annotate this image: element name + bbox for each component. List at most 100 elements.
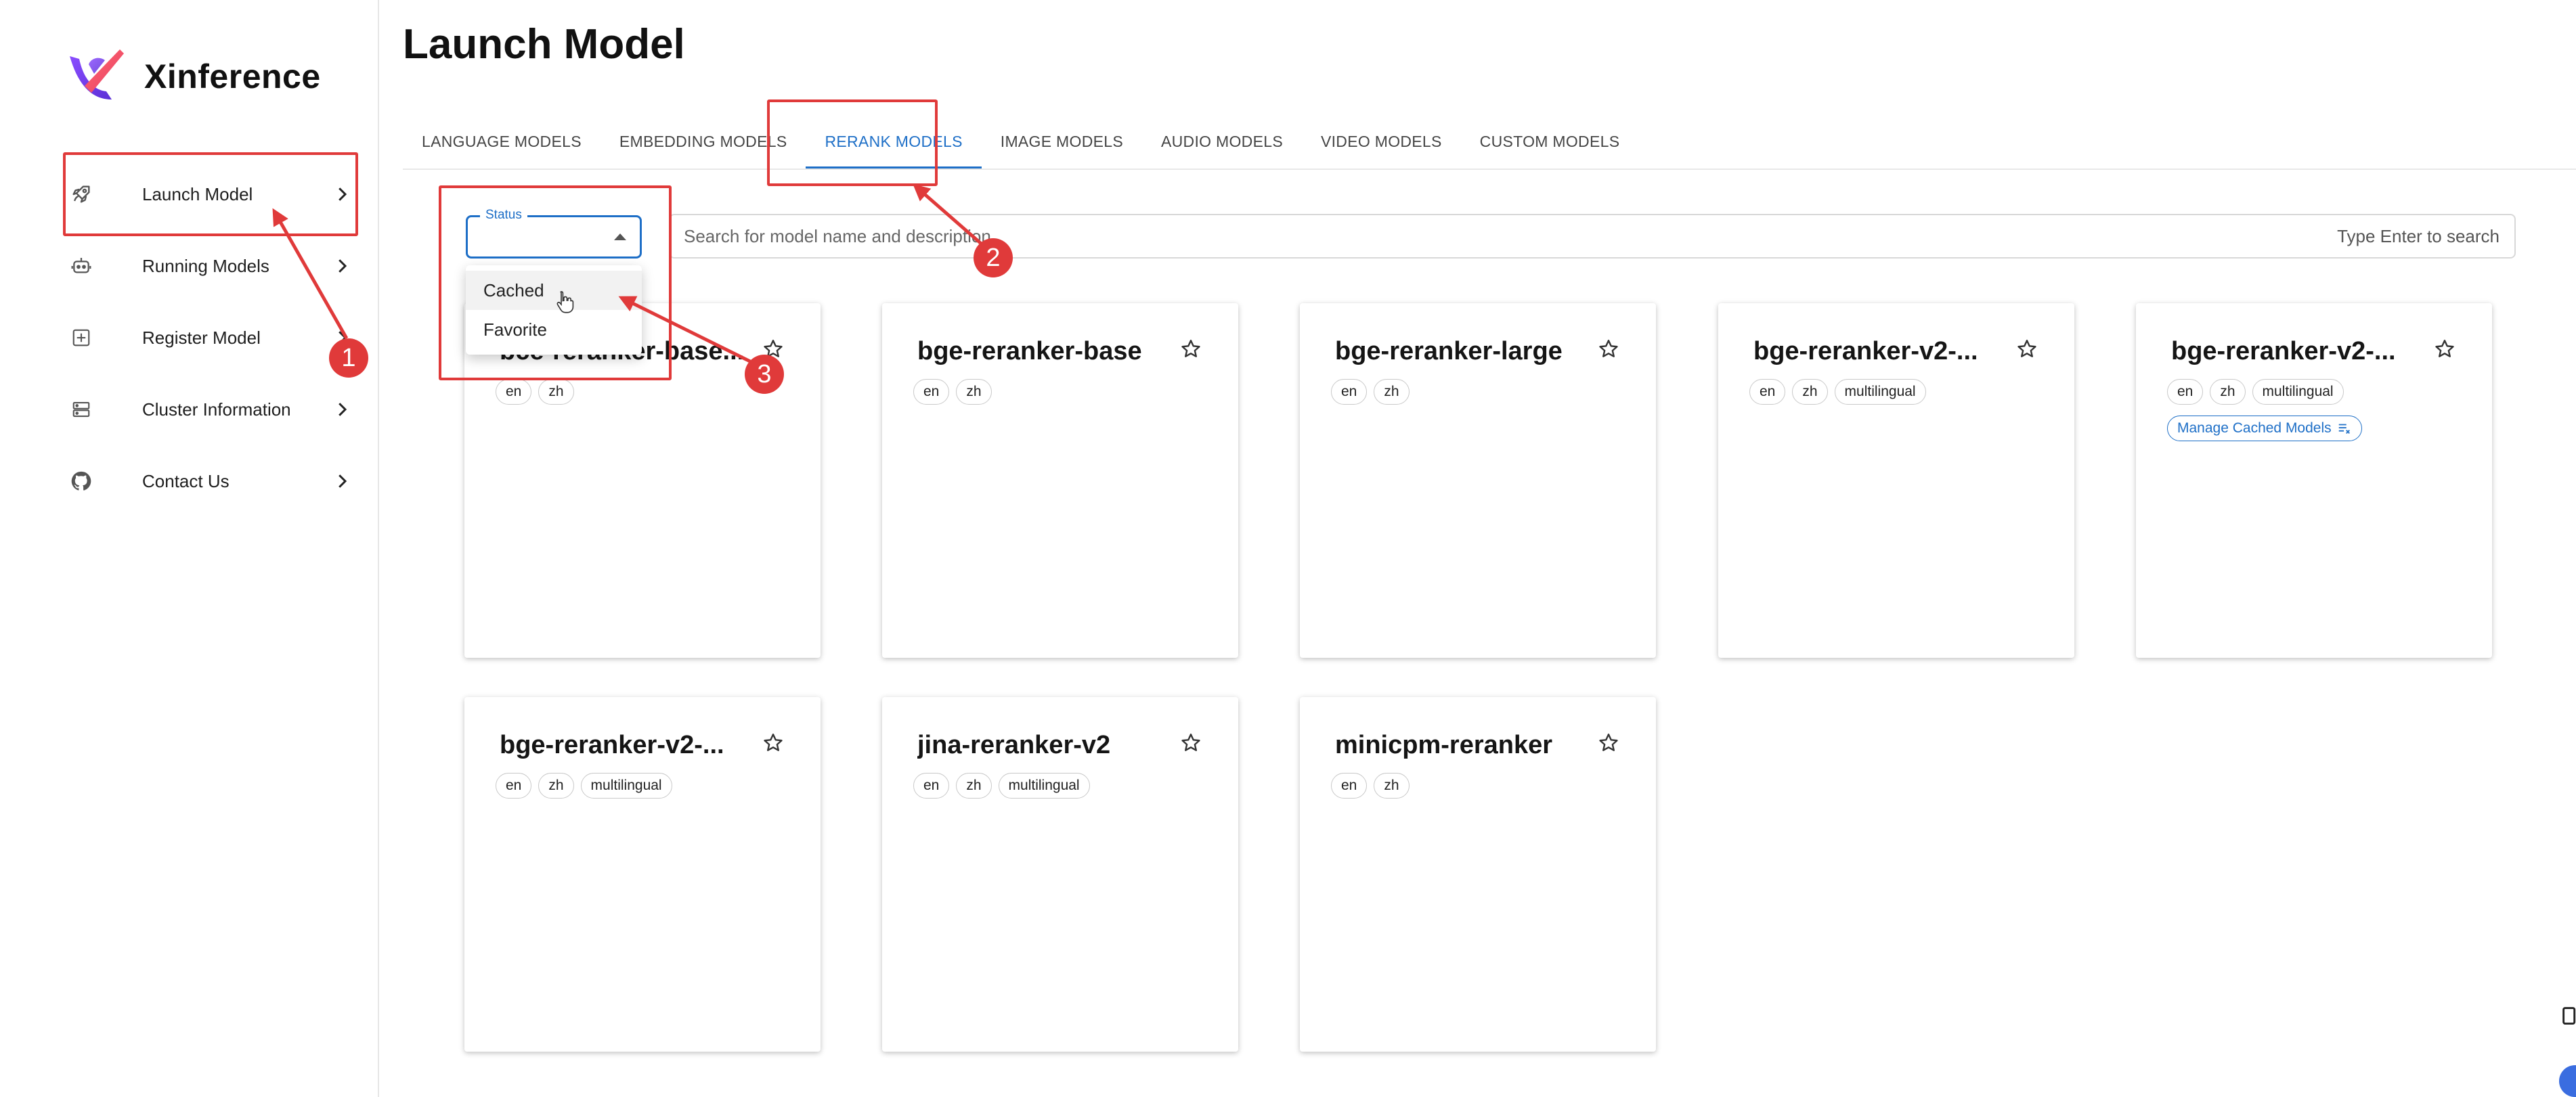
star-outline-icon[interactable] (1596, 337, 1621, 361)
chevron-right-icon (339, 259, 347, 273)
assistant-bubble-icon[interactable] (2559, 1065, 2576, 1097)
model-name: bge-reranker-v2-... (1753, 337, 1978, 365)
playlist-remove-icon (2338, 424, 2350, 434)
model-tags: en zh multilingual (2167, 379, 2344, 405)
language-chip: en (1749, 379, 1786, 405)
model-name: jina-reranker-v2 (917, 731, 1111, 759)
github-icon (68, 468, 95, 495)
hand-cursor-icon (556, 291, 574, 313)
sidebar-item-running-models[interactable]: Running Models (68, 236, 352, 296)
star-outline-icon[interactable] (2432, 337, 2457, 361)
language-chip: zh (1374, 773, 1410, 799)
model-tags: en zh multilingual (1749, 379, 1926, 405)
language-chip: zh (956, 773, 992, 799)
sidebar-item-label: Register Model (142, 327, 261, 348)
language-chip: multilingual (580, 773, 672, 799)
manage-cached-models-button[interactable]: Manage Cached Models (2167, 416, 2362, 441)
caret-up-icon (614, 233, 626, 240)
model-name: bge-reranker-large (1335, 337, 1563, 365)
language-chip: en (913, 379, 950, 405)
status-select[interactable]: Status (466, 208, 642, 259)
language-chip: zh (538, 379, 574, 405)
search-input[interactable] (670, 216, 2338, 256)
status-select-label: Status (480, 208, 527, 223)
robot-icon (68, 252, 95, 279)
language-chip: multilingual (1834, 379, 1926, 405)
language-chip: multilingual (998, 773, 1090, 799)
status-option-favorite[interactable]: Favorite (466, 310, 642, 349)
model-name: minicpm-reranker (1335, 731, 1553, 759)
model-card[interactable]: bge-reranker-v2-... en zh multilingual (1718, 303, 2074, 658)
language-chip: zh (2210, 379, 2246, 405)
annotation-number-1: 1 (329, 338, 368, 378)
language-chip: zh (1792, 379, 1828, 405)
app-logo[interactable]: Xinference (64, 44, 321, 108)
model-card[interactable]: bge-reranker-base en zh (882, 303, 1238, 658)
model-tags: en zh multilingual (496, 773, 672, 799)
language-chip: en (1331, 379, 1368, 405)
search-hint: Type Enter to search (2337, 225, 2499, 246)
tab-video-models[interactable]: VIDEO MODELS (1302, 114, 1461, 169)
language-chip: zh (956, 379, 992, 405)
sidebar-item-cluster-information[interactable]: Cluster Information (68, 379, 352, 440)
star-outline-icon[interactable] (2015, 337, 2039, 361)
language-chip: zh (1374, 379, 1410, 405)
language-chip: en (1331, 773, 1368, 799)
sidebar-item-label: Cluster Information (142, 399, 291, 420)
language-chip: en (496, 379, 532, 405)
book-icon[interactable] (2560, 1006, 2576, 1026)
model-name: bge-reranker-v2-... (2171, 337, 2396, 365)
language-chip: en (913, 773, 950, 799)
status-dropdown-menu: Cached Favorite (466, 265, 642, 355)
model-tags: en zh (496, 379, 574, 405)
sidebar: Xinference Launch Model Running Models R… (0, 0, 379, 1097)
model-card[interactable]: bge-reranker-v2-... en zh multilingual M… (2136, 303, 2492, 658)
model-card[interactable]: minicpm-reranker en zh (1300, 697, 1656, 1052)
language-chip: en (496, 773, 532, 799)
tab-embedding-models[interactable]: EMBEDDING MODELS (601, 114, 806, 169)
tab-rerank-models[interactable]: RERANK MODELS (806, 114, 982, 169)
sidebar-item-launch-model[interactable]: Launch Model (68, 164, 352, 225)
sidebar-item-contact-us[interactable]: Contact Us (68, 451, 352, 512)
language-chip: multilingual (2252, 379, 2344, 405)
rocket-icon (68, 181, 95, 208)
sidebar-item-register-model[interactable]: Register Model (68, 307, 352, 368)
language-chip: en (2167, 379, 2204, 405)
star-outline-icon[interactable] (1596, 731, 1621, 755)
xinference-logo-icon (70, 49, 124, 99)
annotation-number-3: 3 (745, 355, 784, 394)
model-type-tabs: LANGUAGE MODELS EMBEDDING MODELS RERANK … (403, 114, 1638, 169)
page-title: Launch Model (403, 21, 685, 68)
chevron-right-icon (339, 474, 347, 488)
search-field[interactable]: Type Enter to search (669, 214, 2516, 259)
tab-image-models[interactable]: IMAGE MODELS (982, 114, 1142, 169)
add-box-icon (68, 324, 95, 351)
language-chip: zh (538, 773, 574, 799)
star-outline-icon[interactable] (1179, 337, 1203, 361)
tab-language-models[interactable]: LANGUAGE MODELS (403, 114, 601, 169)
sidebar-item-label: Launch Model (142, 183, 253, 204)
model-tags: en zh (1331, 379, 1410, 405)
manage-cached-models-label: Manage Cached Models (2177, 420, 2332, 436)
star-outline-icon[interactable] (1179, 731, 1203, 755)
tab-custom-models[interactable]: CUSTOM MODELS (1461, 114, 1639, 169)
model-name: bge-reranker-v2-... (500, 731, 724, 759)
model-name: bge-reranker-base (917, 337, 1142, 365)
server-icon (68, 396, 95, 423)
model-tags: en zh (1331, 773, 1410, 799)
tabs-divider (403, 169, 2576, 170)
model-card[interactable]: jina-reranker-v2 en zh multilingual (882, 697, 1238, 1052)
sidebar-item-label: Running Models (142, 255, 269, 276)
sidebar-item-label: Contact Us (142, 470, 230, 491)
chevron-right-icon (339, 187, 347, 201)
model-card[interactable]: bge-reranker-large en zh (1300, 303, 1656, 658)
model-tags: en zh multilingual (913, 773, 1090, 799)
annotation-number-2: 2 (974, 238, 1013, 277)
tab-audio-models[interactable]: AUDIO MODELS (1142, 114, 1302, 169)
app-name: Xinference (144, 57, 321, 95)
model-tags: en zh (913, 379, 992, 405)
chevron-right-icon (339, 403, 347, 416)
star-outline-icon[interactable] (761, 731, 785, 755)
model-card[interactable]: bge-reranker-v2-... en zh multilingual (464, 697, 821, 1052)
status-option-cached[interactable]: Cached (466, 271, 642, 310)
